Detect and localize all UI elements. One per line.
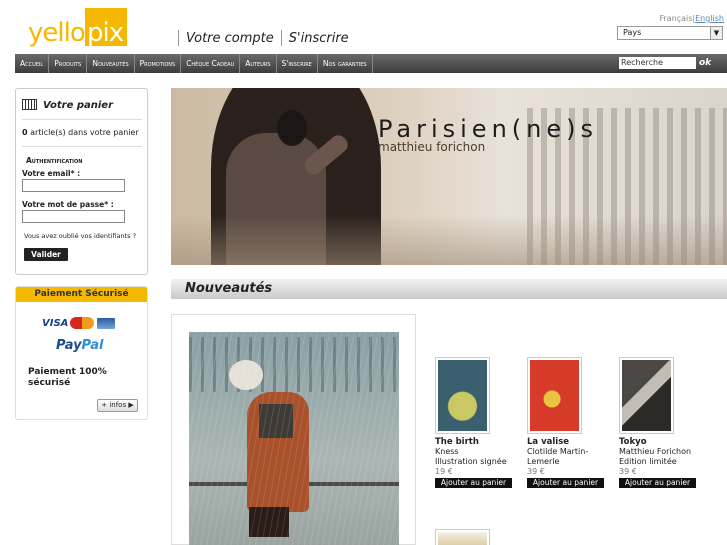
banner-subtitle: matthieu forichon [378,140,486,154]
logo-box: pix [85,8,127,48]
section-title: Nouveautés [185,281,273,296]
nav-item-auteurs[interactable]: Auteurs [240,54,277,73]
dropdown-arrow-icon: ▼ [710,27,722,39]
email-label: Votre email* : [22,169,81,178]
card-logos: VISA [42,317,116,329]
cart-icon [22,99,37,110]
hero-banner[interactable]: Parisien(ne)s matthieu forichon [171,88,727,265]
logo-text-left: yello [28,18,86,48]
divider [280,30,282,46]
cart-panel: Votre panier 0 article(s) dans votre pan… [15,88,148,275]
featured-product[interactable] [171,314,416,545]
product-description: Edition limitée [619,457,677,466]
product-description: Illustration signée [435,457,507,466]
nav-item-promotions[interactable]: Promotions [135,54,182,73]
banner-illustration-floor [171,215,727,265]
password-label: Votre mot de passe* : [22,200,114,209]
nav-item-inscrire[interactable]: S'inscrire [277,54,318,73]
product-card: Tokyo Matthieu Forichon Edition limitée … [619,357,699,488]
lang-french[interactable]: Français| [659,14,695,23]
secure-payment-panel: Paiement Sécurisé VISA PayPal Paiement 1… [15,286,148,420]
product-thumbnail[interactable] [435,529,490,545]
paypal-logo-pay: Pay [56,338,82,353]
nav-item-cheque-cadeau[interactable]: Chèque Cadeau [181,54,241,73]
featured-product-image[interactable] [189,332,399,545]
section-heading: Nouveautés [171,279,727,299]
banner-title: Parisien(ne)s [378,115,598,143]
divider [178,30,179,46]
product-author: Matthieu Forichon [619,447,692,456]
email-field[interactable] [22,179,125,192]
product-price: 19 € [435,467,453,476]
signup-link[interactable]: S'inscrire [284,31,354,46]
account-links: Votre compte S'inscrire [178,30,354,46]
validate-button[interactable]: Valider [24,248,68,261]
search-input[interactable]: Recherche [619,57,696,69]
cart-title: Votre panier [22,99,113,111]
product-name[interactable]: The birth [435,437,515,447]
nav-item-produits[interactable]: Produits [49,54,88,73]
product-price: 39 € [527,467,545,476]
nav-item-garanties[interactable]: Nos garanties [318,54,373,73]
search-ok-button[interactable]: ok [699,54,711,73]
lang-english[interactable]: English [695,14,724,23]
product-name[interactable]: La valise [527,437,607,447]
secure-payment-text: Paiement 100% sécurisé [28,367,107,388]
product-image [438,532,487,545]
divider [22,119,142,120]
main-nav: Accueil Produits Nouveautés Promotions C… [15,54,727,73]
product-image [438,360,487,431]
cart-title-text: Votre panier [43,100,114,111]
logo-text-right: pix [87,18,124,48]
product-image [530,360,579,431]
add-to-cart-button[interactable]: Ajouter au panier [527,478,604,488]
product-image [622,360,671,431]
cb-card-logo [97,317,116,329]
paypal-logo: PayPal [56,338,103,353]
secure-payment-title: Paiement Sécurisé [16,287,147,302]
product-author: Kness [435,447,459,456]
auth-title: Authentification [26,156,83,165]
cart-count: 0 article(s) dans votre panier [22,128,139,137]
country-select-value: Pays [623,28,642,37]
nav-item-accueil[interactable]: Accueil [15,54,50,73]
product-thumbnail[interactable] [435,357,490,434]
account-link[interactable]: Votre compte [181,31,279,46]
paypal-logo-pal: Pal [81,338,104,353]
visa-logo: VISA [42,317,69,329]
language-switcher: Français|English [659,14,724,23]
yellopix-logo[interactable]: yello pix [28,8,128,48]
forgot-credentials-link[interactable]: Vous avez oublié vos identifiants ? [24,232,136,240]
product-author: Clotilde Martin-Lemerle [527,447,589,466]
product-thumbnail[interactable] [619,357,674,434]
cart-count-text: article(s) dans votre panier [27,128,139,137]
banner-illustration-head [277,110,307,146]
mastercard-logo [70,317,95,329]
product-price: 39 € [619,467,637,476]
nav-item-nouveautes[interactable]: Nouveautés [87,54,135,73]
password-field[interactable] [22,210,125,223]
more-infos-button[interactable]: + infos ▶ [97,399,138,412]
add-to-cart-button[interactable]: Ajouter au panier [435,478,512,488]
country-select[interactable]: Pays ▼ [617,26,723,40]
product-card: La valise Clotilde Martin-Lemerle 39 € A… [527,357,607,488]
product-card: The birth Kness Illustration signée 19 €… [435,357,515,488]
divider [22,146,142,147]
illustration-rain [189,332,399,545]
add-to-cart-button[interactable]: Ajouter au panier [619,478,696,488]
product-name[interactable]: Tokyo [619,437,699,447]
product-thumbnail[interactable] [527,357,582,434]
